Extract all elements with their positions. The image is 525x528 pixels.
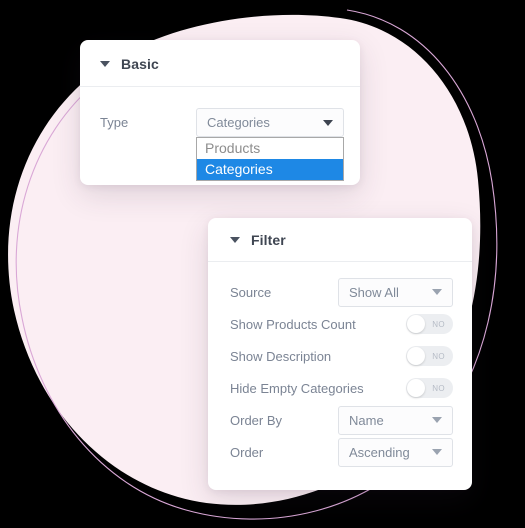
basic-panel-divider [80, 86, 360, 87]
option-products[interactable]: Products [197, 138, 343, 159]
caret-down-icon[interactable] [100, 61, 110, 67]
filter-row: Order By Name [208, 404, 472, 436]
type-option-list[interactable]: Products Categories [196, 137, 344, 181]
filter-select-value: Name [349, 412, 384, 428]
filter-row-label: Show Products Count [230, 316, 356, 332]
type-label: Type [100, 115, 129, 130]
filter-select[interactable]: Ascending [338, 437, 453, 467]
filter-panel-header[interactable]: Filter [208, 218, 472, 261]
filter-row-label: Source [230, 284, 272, 300]
filter-panel-title: Filter [251, 232, 286, 248]
type-select-value: Categories [207, 115, 270, 130]
type-select[interactable]: Categories Products Categories [196, 108, 344, 181]
toggle-state-label: NO [432, 319, 445, 329]
toggle-state-label: NO [432, 351, 445, 361]
filter-row: Order Ascending [208, 436, 472, 468]
basic-panel-header[interactable]: Basic [80, 40, 360, 86]
toggle-knob [407, 315, 425, 333]
filter-settings-panel: Filter Source Show All Show Products Count… [208, 218, 472, 490]
filter-row: Hide Empty Categories NO [208, 372, 472, 404]
filter-row-label: Order By [230, 412, 283, 428]
filter-select-value: Show All [349, 284, 399, 300]
screenshot-stage: Basic Type Categories Products Categorie… [0, 0, 525, 528]
toggle-knob [407, 379, 425, 397]
basic-settings-panel: Basic Type Categories Products Categorie… [80, 40, 360, 185]
filter-select-value: Ascending [349, 444, 410, 460]
filter-row: Source Show All [208, 276, 472, 308]
option-categories[interactable]: Categories [197, 159, 343, 180]
filter-select[interactable]: Name [338, 405, 453, 435]
filter-panel-divider [208, 261, 472, 262]
filter-row: Show Products Count NO [208, 308, 472, 340]
chevron-down-icon[interactable] [432, 417, 442, 423]
basic-panel-title: Basic [121, 56, 159, 72]
filter-row-label: Hide Empty Categories [230, 380, 364, 396]
chevron-down-icon[interactable] [432, 449, 442, 455]
toggle-state-label: NO [432, 383, 445, 393]
toggle-knob [407, 347, 425, 365]
filter-select[interactable]: Show All [338, 277, 453, 307]
filter-toggle[interactable]: NO [406, 346, 453, 366]
filter-row-label: Order [230, 444, 264, 460]
filter-row-label: Show Description [230, 348, 332, 364]
filter-row: Show Description NO [208, 340, 472, 372]
type-setting-row: Type Categories Products Categories [80, 108, 360, 181]
chevron-down-icon[interactable] [432, 289, 442, 295]
filter-toggle[interactable]: NO [406, 378, 453, 398]
filter-rows-container: Source Show All Show Products Count NO Show … [208, 276, 472, 468]
caret-down-icon[interactable] [230, 237, 240, 243]
filter-toggle[interactable]: NO [406, 314, 453, 334]
chevron-down-icon[interactable] [323, 119, 333, 126]
